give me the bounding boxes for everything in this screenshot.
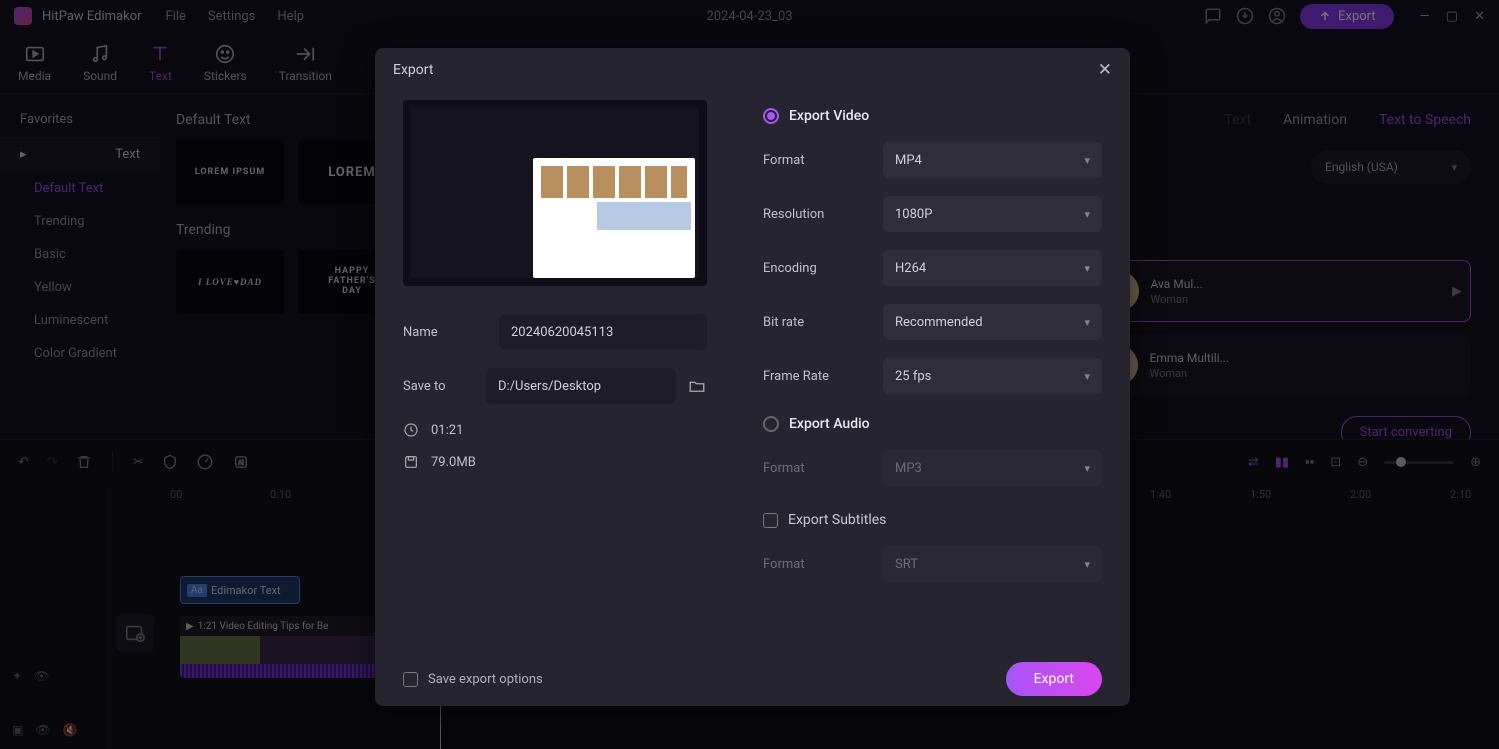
chevron-down-icon: ▾ — [1084, 558, 1090, 571]
saveto-input[interactable]: D:/Users/Desktop — [486, 368, 676, 404]
chevron-down-icon: ▾ — [1084, 370, 1090, 383]
export-confirm-button[interactable]: Export — [1006, 662, 1102, 696]
save-export-options-label: Save export options — [428, 672, 543, 687]
export-audio-label: Export Audio — [789, 416, 870, 432]
name-label: Name — [403, 325, 499, 340]
duration-value: 01:21 — [431, 423, 463, 438]
bitrate-select[interactable]: Recommended▾ — [883, 304, 1102, 340]
disk-icon — [403, 454, 419, 470]
framerate-select[interactable]: 25 fps▾ — [883, 358, 1102, 394]
format-select[interactable]: MP4▾ — [883, 142, 1102, 178]
chevron-down-icon: ▾ — [1084, 316, 1090, 329]
export-dialog: Export ✕ Name 20240620045113 Save to D:/… — [375, 48, 1130, 706]
chevron-down-icon: ▾ — [1084, 154, 1090, 167]
export-preview — [403, 100, 707, 286]
chevron-down-icon: ▾ — [1084, 262, 1090, 275]
clock-icon — [403, 422, 419, 438]
export-video-radio[interactable] — [763, 108, 779, 124]
chevron-down-icon: ▾ — [1084, 462, 1090, 475]
dialog-close-button[interactable]: ✕ — [1098, 60, 1112, 80]
name-input[interactable]: 20240620045113 — [499, 314, 707, 350]
save-export-options-checkbox[interactable] — [403, 672, 418, 687]
saveto-label: Save to — [403, 379, 486, 394]
export-audio-radio[interactable] — [763, 416, 779, 432]
dialog-title: Export — [393, 62, 433, 78]
subtitle-format-select: SRT▾ — [883, 546, 1102, 582]
chevron-down-icon: ▾ — [1084, 208, 1090, 221]
export-video-label: Export Video — [789, 108, 869, 124]
resolution-select[interactable]: 1080P▾ — [883, 196, 1102, 232]
encoding-select[interactable]: H264▾ — [883, 250, 1102, 286]
browse-folder-button[interactable] — [688, 375, 707, 397]
size-value: 79.0MB — [431, 455, 476, 470]
export-subtitles-checkbox[interactable] — [763, 513, 778, 528]
export-subtitles-label: Export Subtitles — [788, 512, 886, 528]
audio-format-select: MP3▾ — [883, 450, 1102, 486]
